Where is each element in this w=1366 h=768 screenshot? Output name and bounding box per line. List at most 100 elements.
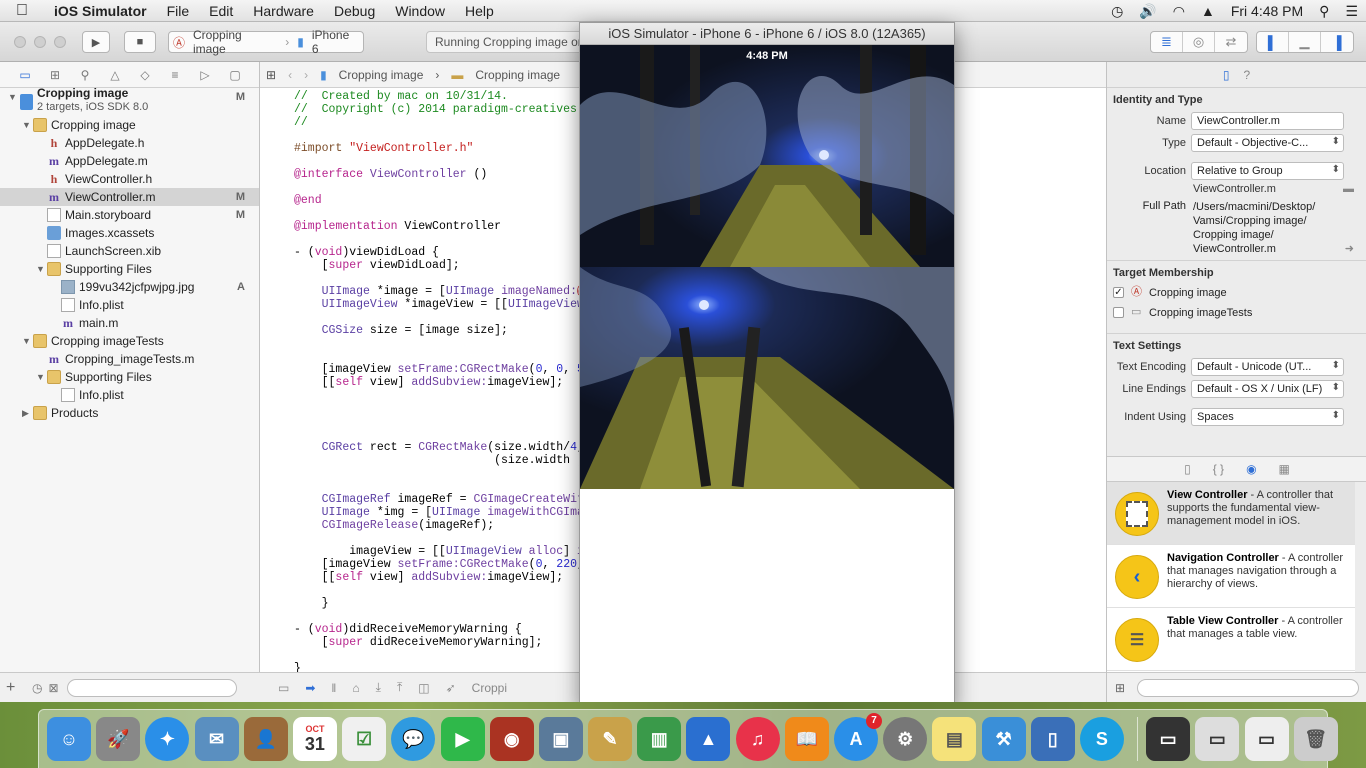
- menu-window[interactable]: Window: [385, 3, 455, 19]
- breakpoints-toggle-icon[interactable]: ➡: [297, 681, 323, 695]
- pause-icon[interactable]: ‖: [323, 681, 344, 695]
- indent-popup[interactable]: Spaces: [1191, 408, 1344, 426]
- back-icon[interactable]: ‹: [282, 68, 298, 82]
- endings-popup[interactable]: Default - OS X / Unix (LF): [1191, 380, 1344, 398]
- debug-area-toggle-icon[interactable]: ▁: [1289, 32, 1321, 52]
- tree-row-tests-supporting-files[interactable]: ▼ Supporting Files: [0, 368, 259, 386]
- tree-row-tests-info-plist[interactable]: Info.plist: [0, 386, 259, 404]
- folder-icon[interactable]: ▬: [1343, 182, 1354, 196]
- symbol-icon[interactable]: ⊞: [40, 68, 70, 82]
- tree-row-viewcontroller-h[interactable]: h ViewController.h: [0, 170, 259, 188]
- disclosure-right-icon[interactable]: ▶: [22, 404, 29, 422]
- report-icon[interactable]: ▢: [220, 68, 250, 82]
- menu-clock[interactable]: Fri 4:48 PM: [1223, 3, 1311, 19]
- library-item-navigation-controller[interactable]: ‹ Navigation Controller - A controller t…: [1107, 545, 1355, 608]
- ibooks-icon[interactable]: 📖: [784, 717, 829, 761]
- code-snippet-icon[interactable]: { }: [1213, 462, 1224, 476]
- encoding-popup[interactable]: Default - Unicode (UT...: [1191, 358, 1344, 376]
- photo-booth-icon[interactable]: ◉: [489, 717, 534, 761]
- menu-edit[interactable]: Edit: [199, 3, 243, 19]
- system-preferences-icon[interactable]: ⚙: [883, 717, 928, 761]
- disclosure-down-icon[interactable]: ▼: [36, 260, 45, 278]
- tree-row-appdelegate-m[interactable]: m AppDelegate.m: [0, 152, 259, 170]
- safari-icon[interactable]: ✦: [145, 717, 190, 761]
- library-item-table-view-controller[interactable]: ☰ Table View Controller - A controller t…: [1107, 608, 1355, 671]
- simulator-screen[interactable]: 4:48 PM: [580, 45, 954, 707]
- tree-row-main-storyboard[interactable]: Main.storyboard M: [0, 206, 259, 224]
- launchpad-icon[interactable]: 🚀: [96, 717, 141, 761]
- standard-editor-icon[interactable]: ≣: [1151, 32, 1183, 52]
- time-machine-icon[interactable]: ◷: [1103, 3, 1131, 20]
- minimize-window-button[interactable]: [34, 36, 46, 48]
- scm-filter-icon[interactable]: ⊠: [48, 681, 58, 695]
- search-icon[interactable]: ⚲: [70, 68, 100, 82]
- xcode-icon[interactable]: ⚒: [981, 717, 1026, 761]
- navigator-toggle-icon[interactable]: ▌: [1257, 32, 1289, 52]
- finder-icon[interactable]: ☺: [47, 717, 91, 761]
- scheme-selector[interactable]: Ⓐ Cropping image › ▮ iPhone 6: [168, 28, 364, 56]
- hide-debug-area-icon[interactable]: ▭: [270, 681, 297, 695]
- navigator-filter-input[interactable]: [66, 678, 237, 697]
- grid-view-icon[interactable]: ⊞: [1115, 681, 1125, 695]
- menu-help[interactable]: Help: [455, 3, 504, 19]
- eject-icon[interactable]: ▲: [1193, 3, 1223, 19]
- zoom-window-button[interactable]: [54, 36, 66, 48]
- view-toggle-control[interactable]: ▌ ▁ ▐: [1256, 31, 1354, 53]
- code-text[interactable]: // Created by mac on 10/31/14. // Copyri…: [294, 90, 591, 675]
- contacts-icon[interactable]: 👤: [243, 717, 288, 761]
- recent-filter-icon[interactable]: ◷: [32, 681, 42, 695]
- tree-row-appdelegate-h[interactable]: h AppDelegate.h: [0, 134, 259, 152]
- menu-app-name[interactable]: iOS Simulator: [44, 3, 157, 19]
- view-debugger-icon[interactable]: ◫: [410, 681, 437, 695]
- stop-button[interactable]: ■: [124, 31, 156, 53]
- disclosure-down-icon[interactable]: ▼: [22, 116, 31, 134]
- disclosure-down-icon[interactable]: ▼: [36, 368, 45, 386]
- editor-mode-control[interactable]: ≣ ◎ ⇄: [1150, 31, 1248, 53]
- pages-icon[interactable]: ✎: [588, 717, 633, 761]
- messages-icon[interactable]: 💬: [391, 717, 436, 761]
- membership-test-target[interactable]: ▭ Cropping imageTests: [1107, 303, 1366, 323]
- assistant-editor-icon[interactable]: ◎: [1183, 32, 1215, 52]
- file-template-icon[interactable]: ▯: [1184, 462, 1191, 476]
- tree-row-main-m[interactable]: m main.m: [0, 314, 259, 332]
- related-items-icon[interactable]: ⊞: [260, 68, 282, 82]
- menu-file[interactable]: File: [157, 3, 200, 19]
- tree-row-info-plist[interactable]: Info.plist: [0, 296, 259, 314]
- breakpoint-icon[interactable]: ▷: [190, 68, 220, 82]
- disclosure-down-icon[interactable]: ▼: [8, 88, 17, 106]
- skype-icon[interactable]: S: [1079, 717, 1124, 761]
- name-field[interactable]: ViewController.m: [1191, 112, 1344, 130]
- step-out-icon[interactable]: ⤒: [389, 680, 410, 695]
- tree-row-viewcontroller-m[interactable]: m ViewController.m M: [0, 188, 259, 206]
- membership-app-target[interactable]: ✓ Ⓐ Cropping image: [1107, 283, 1366, 303]
- media-library-icon[interactable]: ▦: [1279, 462, 1290, 476]
- close-window-button[interactable]: [14, 36, 26, 48]
- tree-row-images-xcassets[interactable]: Images.xcassets: [0, 224, 259, 242]
- library-item-view-controller[interactable]: View Controller - A controller that supp…: [1107, 482, 1355, 545]
- minimized-window-1[interactable]: ▭: [1146, 717, 1191, 761]
- forward-icon[interactable]: ›: [298, 68, 314, 82]
- project-row[interactable]: ▼ Cropping image 2 targets, iOS SDK 8.0 …: [0, 86, 259, 116]
- minimized-window-3[interactable]: ▭: [1244, 717, 1289, 761]
- version-editor-icon[interactable]: ⇄: [1215, 32, 1247, 52]
- tree-row-products[interactable]: ▶ Products: [0, 404, 259, 422]
- facetime-icon[interactable]: ▶: [440, 717, 485, 761]
- ios-simulator-icon[interactable]: ▯: [1030, 717, 1075, 761]
- checkbox[interactable]: [1113, 307, 1124, 318]
- mail-icon[interactable]: ✉: [194, 717, 239, 761]
- volume-icon[interactable]: 🔊: [1131, 3, 1164, 20]
- menu-hardware[interactable]: Hardware: [243, 3, 324, 19]
- disclosure-down-icon[interactable]: ▼: [22, 332, 31, 350]
- jump-bar-project[interactable]: Cropping image: [333, 68, 430, 82]
- tree-row-cropping-image-group[interactable]: ▼ Cropping image: [0, 116, 259, 134]
- add-icon[interactable]: +: [6, 679, 26, 697]
- tree-row-image-jpg[interactable]: 199vu342jcfpwjpg.jpg A: [0, 278, 259, 296]
- tree-row-tests-group[interactable]: ▼ Cropping imageTests: [0, 332, 259, 350]
- test-icon[interactable]: ◇: [130, 68, 160, 82]
- keynote-icon[interactable]: ▲: [686, 717, 731, 761]
- jump-bar-group[interactable]: Cropping image: [469, 68, 566, 82]
- run-button[interactable]: ▶: [82, 31, 110, 53]
- notes-reminders-icon[interactable]: ☑: [342, 717, 387, 761]
- folder-icon[interactable]: ▭: [10, 68, 40, 82]
- trash-icon[interactable]: 🗑: [1293, 717, 1338, 761]
